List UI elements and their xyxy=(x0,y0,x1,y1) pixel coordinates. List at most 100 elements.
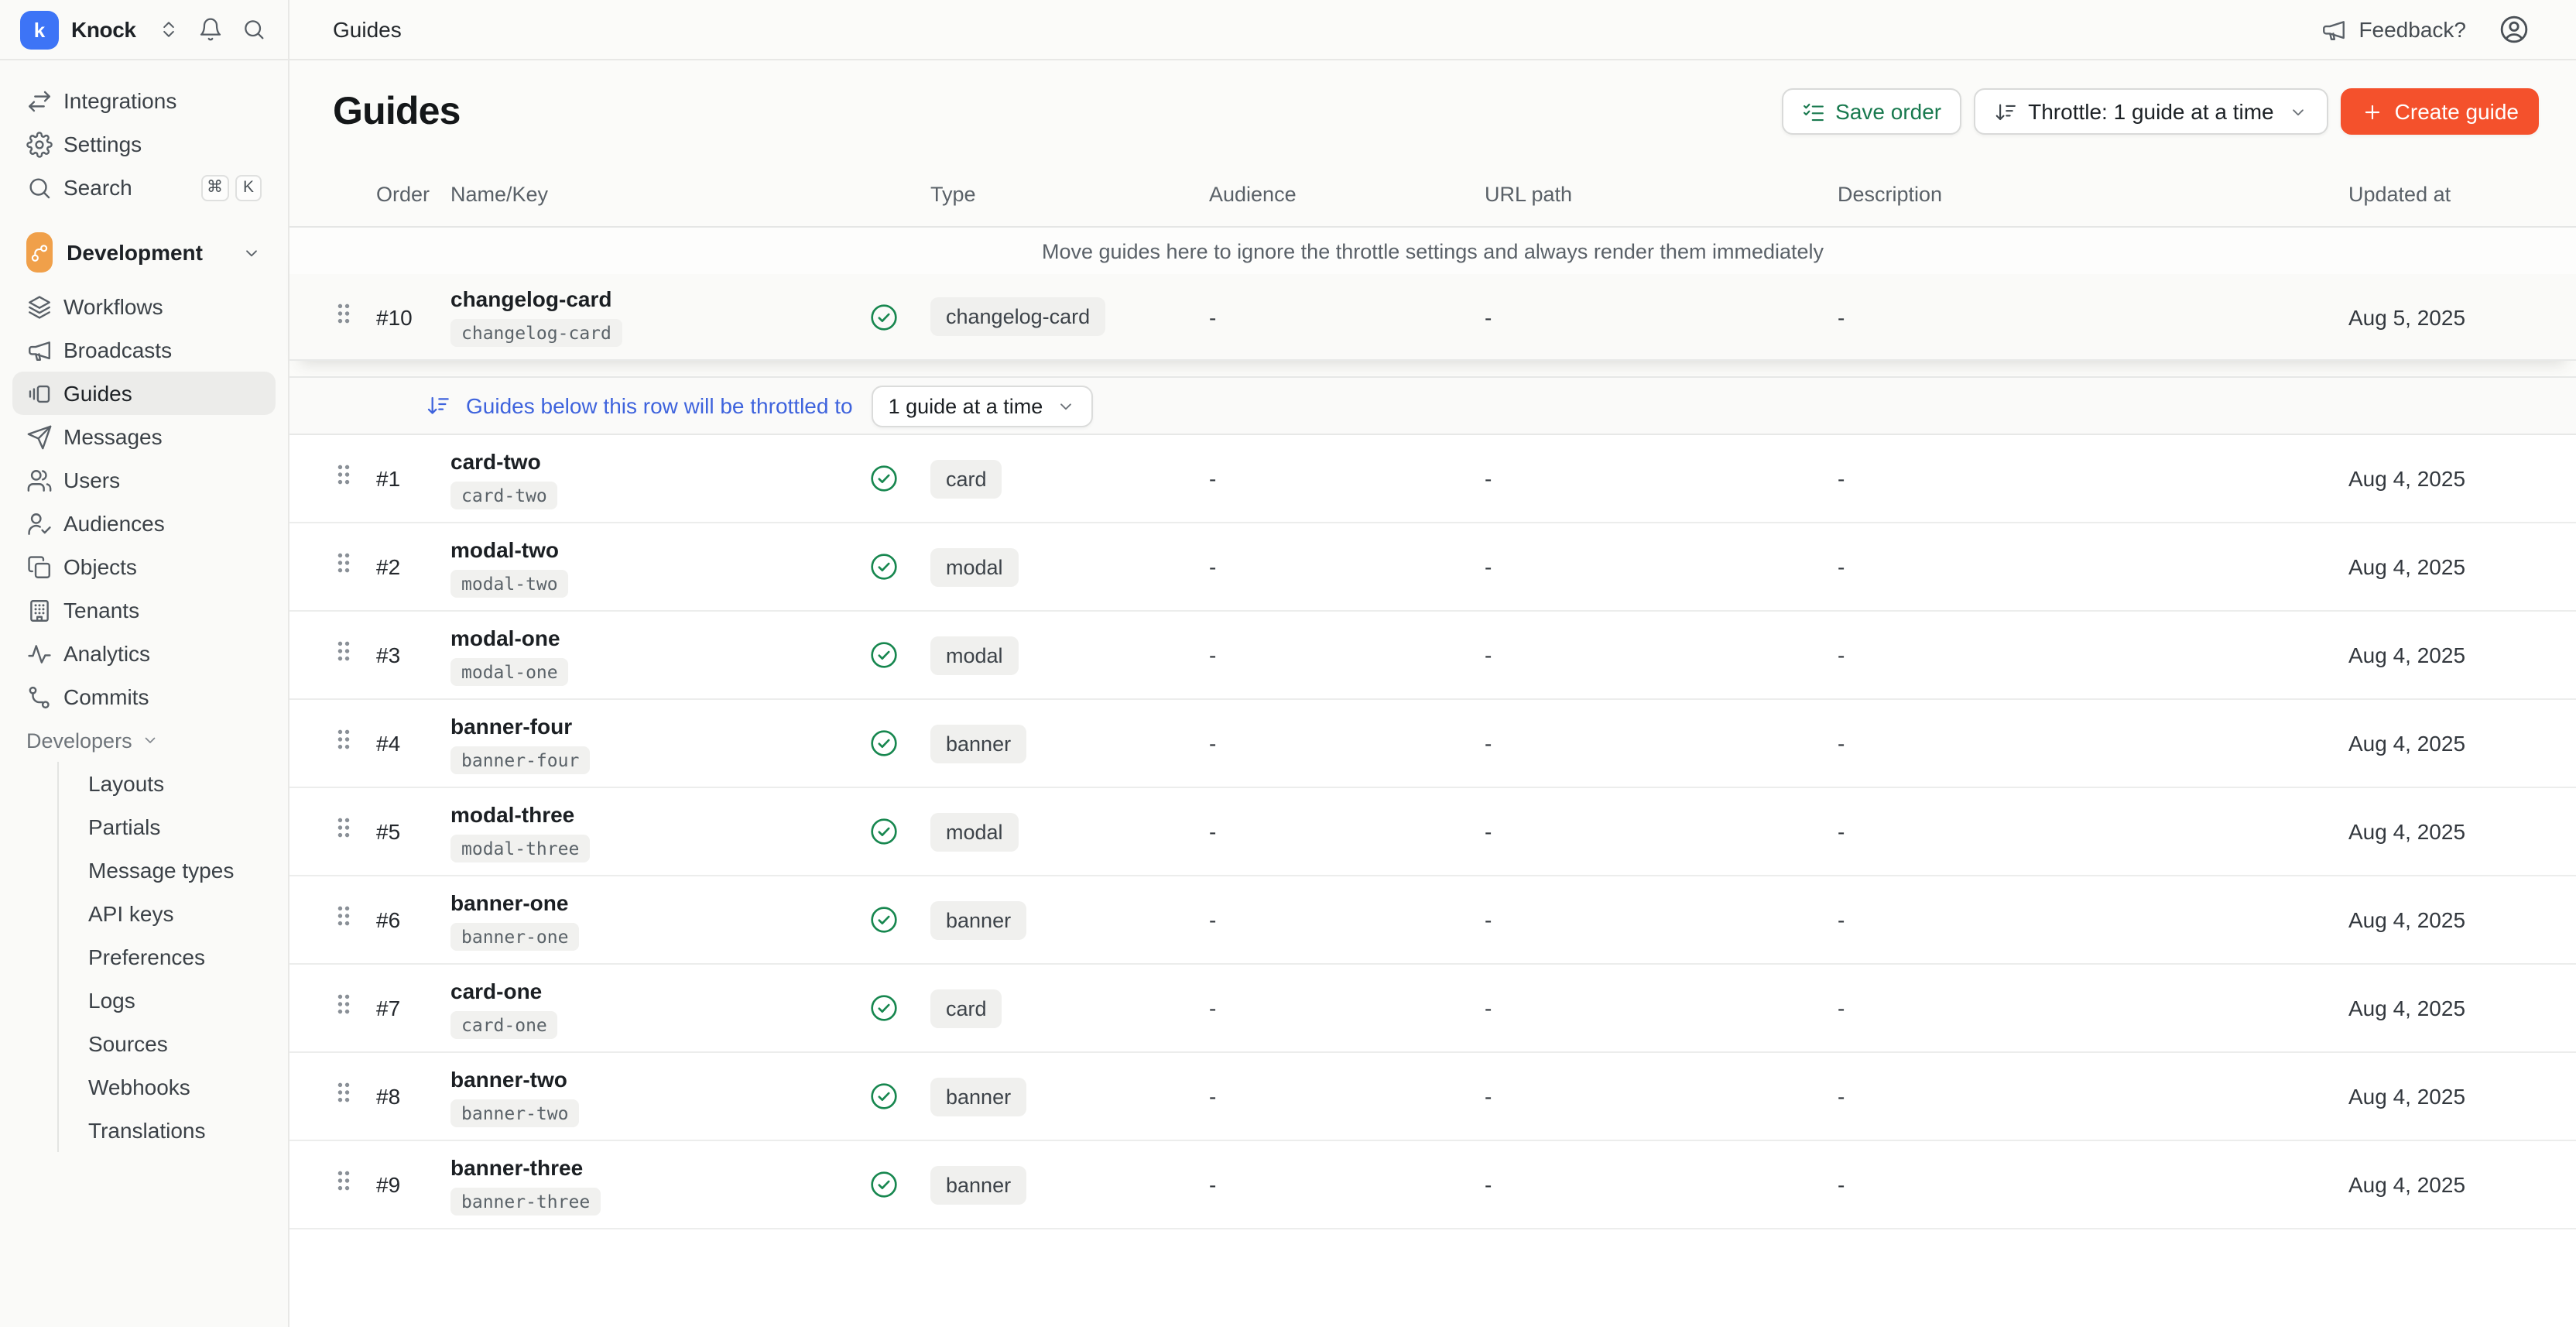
sidebar-item-messages[interactable]: Messages xyxy=(12,415,276,458)
sidebar-section-developers[interactable]: Developers xyxy=(12,718,276,762)
sidebar-item-audiences[interactable]: Audiences xyxy=(12,502,276,545)
sidebar-item-settings[interactable]: Settings xyxy=(12,122,276,166)
table-row[interactable]: #1 card-two card-two card - - - Aug 4, 2… xyxy=(289,435,2576,523)
sidebar-item-translations[interactable]: Translations xyxy=(59,1109,276,1152)
guide-url-path: - xyxy=(1485,819,1838,844)
search-icon[interactable] xyxy=(242,17,266,42)
tenants-icon xyxy=(26,597,53,623)
sidebar-item-objects[interactable]: Objects xyxy=(12,545,276,588)
guide-key-badge: modal-three xyxy=(450,834,590,862)
drag-handle-icon[interactable] xyxy=(333,635,355,667)
create-guide-button[interactable]: Create guide xyxy=(2341,88,2539,135)
guide-key-badge: card-one xyxy=(450,1010,558,1038)
breadcrumb[interactable]: Guides xyxy=(333,17,402,42)
sidebar-item-broadcasts[interactable]: Broadcasts xyxy=(12,328,276,372)
guide-audience: - xyxy=(1209,554,1485,579)
table-row[interactable]: #9 banner-three banner-three banner - - … xyxy=(289,1141,2576,1229)
drag-handle-icon[interactable] xyxy=(333,988,355,1020)
feedback-button[interactable]: Feedback? xyxy=(2320,16,2466,43)
guide-type-badge: card xyxy=(930,459,1002,498)
guides-icon xyxy=(26,380,53,406)
drag-handle-icon[interactable] xyxy=(333,458,355,491)
table-row[interactable]: #7 card-one card-one card - - - Aug 4, 2… xyxy=(289,965,2576,1053)
sidebar-item-label: Audiences xyxy=(63,511,165,536)
guide-url-path: - xyxy=(1485,304,1838,329)
guide-audience: - xyxy=(1209,1084,1485,1109)
sidebar-item-guides[interactable]: Guides xyxy=(12,372,276,415)
sidebar-item-api-keys[interactable]: API keys xyxy=(59,892,276,935)
table-row[interactable]: #3 modal-one modal-one modal - - - Aug 4… xyxy=(289,612,2576,700)
guide-type-badge: modal xyxy=(930,547,1019,586)
column-header-audience: Audience xyxy=(1209,182,1485,205)
unthrottled-section: Move guides here to ignore the throttle … xyxy=(289,228,2576,361)
drag-handle-icon[interactable] xyxy=(333,900,355,932)
guide-updated-at: Aug 4, 2025 xyxy=(2348,1084,2539,1109)
drag-handle-icon[interactable] xyxy=(333,811,355,844)
throttle-amount-value: 1 guide at a time xyxy=(889,394,1043,417)
drag-handle-icon[interactable] xyxy=(333,723,355,756)
drag-handle-icon[interactable] xyxy=(333,297,355,329)
sidebar-item-integrations[interactable]: Integrations xyxy=(12,79,276,122)
table-row[interactable]: #6 banner-one banner-one banner - - - Au… xyxy=(289,876,2576,965)
environment-switcher[interactable]: Development xyxy=(12,229,276,276)
save-order-button[interactable]: Save order xyxy=(1781,88,1961,135)
sidebar-item-sources[interactable]: Sources xyxy=(59,1022,276,1065)
integrations-icon xyxy=(26,87,53,114)
throttle-label: Throttle: 1 guide at a time xyxy=(2028,99,2274,124)
table-row[interactable]: #10 changelog-card changelog-card change… xyxy=(289,274,2576,359)
guide-url-path: - xyxy=(1485,1172,1838,1197)
throttle-amount-dropdown[interactable]: 1 guide at a time xyxy=(872,385,1093,427)
analytics-icon xyxy=(26,640,53,667)
sidebar-item-message-types[interactable]: Message types xyxy=(59,849,276,892)
guide-url-path: - xyxy=(1485,1084,1838,1109)
column-header-name-key: Name/Key xyxy=(450,182,868,205)
status-active-check-icon xyxy=(868,904,899,935)
status-active-check-icon xyxy=(868,551,899,582)
search-icon xyxy=(26,174,53,201)
sidebar-item-search[interactable]: Search ⌘ K xyxy=(12,166,276,209)
column-header-updated-at: Updated at xyxy=(2348,182,2539,205)
guide-audience: - xyxy=(1209,996,1485,1020)
guide-key-badge: banner-two xyxy=(450,1099,580,1126)
chevron-down-icon xyxy=(142,731,160,749)
sidebar-item-workflows[interactable]: Workflows xyxy=(12,285,276,328)
guide-name: modal-three xyxy=(450,801,574,826)
column-header-type: Type xyxy=(930,182,1209,205)
sidebar-item-commits[interactable]: Commits xyxy=(12,675,276,718)
sidebar-item-webhooks[interactable]: Webhooks xyxy=(59,1065,276,1109)
workspace-header: k Knock xyxy=(0,0,288,60)
sidebar-nav: Integrations Settings Search ⌘ K Develop… xyxy=(0,60,288,1152)
status-active-check-icon xyxy=(868,301,899,332)
workspace-switcher-icon[interactable] xyxy=(158,19,180,40)
sidebar-item-layouts[interactable]: Layouts xyxy=(59,762,276,805)
guide-name: card-two xyxy=(450,448,541,473)
sidebar-item-label: Tenants xyxy=(63,598,139,622)
drag-handle-icon[interactable] xyxy=(333,547,355,579)
drag-handle-icon[interactable] xyxy=(333,1076,355,1109)
topbar: Guides Feedback? xyxy=(289,0,2576,60)
notifications-bell-icon[interactable] xyxy=(198,17,223,42)
table-row[interactable]: #8 banner-two banner-two banner - - - Au… xyxy=(289,1053,2576,1141)
table-row[interactable]: #4 banner-four banner-four banner - - - … xyxy=(289,700,2576,788)
guide-order: #3 xyxy=(376,643,450,667)
sidebar-item-tenants[interactable]: Tenants xyxy=(12,588,276,632)
guide-updated-at: Aug 4, 2025 xyxy=(2348,1172,2539,1197)
drag-handle-icon[interactable] xyxy=(333,1164,355,1197)
guide-order: #5 xyxy=(376,819,450,844)
status-active-check-icon xyxy=(868,728,899,759)
account-avatar-icon[interactable] xyxy=(2499,14,2530,45)
knock-logo: k xyxy=(20,10,59,49)
table-row[interactable]: #2 modal-two modal-two modal - - - Aug 4… xyxy=(289,523,2576,612)
guide-description: - xyxy=(1838,304,2348,329)
workspace-name: Knock xyxy=(71,17,136,42)
sidebar-item-label: Integrations xyxy=(63,88,176,113)
sidebar-item-analytics[interactable]: Analytics xyxy=(12,632,276,675)
table-row[interactable]: #5 modal-three modal-three modal - - - A… xyxy=(289,788,2576,876)
sidebar-item-logs[interactable]: Logs xyxy=(59,979,276,1022)
status-active-check-icon xyxy=(868,816,899,847)
throttle-dropdown-button[interactable]: Throttle: 1 guide at a time xyxy=(1974,88,2328,135)
guide-name: banner-four xyxy=(450,713,572,738)
sidebar-item-preferences[interactable]: Preferences xyxy=(59,935,276,979)
sidebar-item-partials[interactable]: Partials xyxy=(59,805,276,849)
sidebar-item-users[interactable]: Users xyxy=(12,458,276,502)
